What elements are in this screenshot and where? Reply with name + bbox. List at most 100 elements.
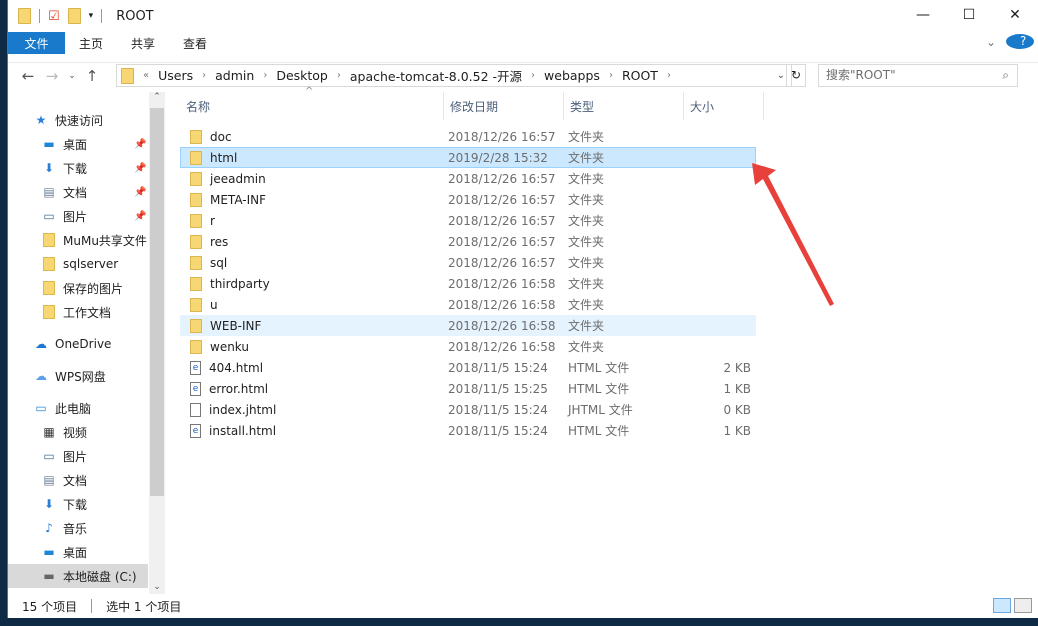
- file-row[interactable]: e install.html 2018/11/5 15:24 HTML 文件 1 KB: [180, 420, 756, 441]
- tab-file[interactable]: 文件: [8, 32, 65, 54]
- file-type: 文件夹: [568, 340, 605, 354]
- document-icon: ▤: [43, 473, 55, 487]
- file-row[interactable]: e 404.html 2018/11/5 15:24 HTML 文件 2 KB: [180, 357, 756, 378]
- file-row[interactable]: r 2018/12/26 16:57 文件夹: [180, 210, 756, 231]
- search-input[interactable]: 搜索"ROOT" ⌕: [818, 64, 1018, 87]
- title-bar: ☑ ▾ ROOT — ☐ ✕: [8, 0, 1038, 32]
- sidebar-item[interactable]: ★ 快速访问: [8, 108, 148, 132]
- breadcrumb-item[interactable]: apache-tomcat-8.0.52 -开源: [350, 66, 522, 85]
- sidebar-item[interactable]: ▤ 文档 📌: [8, 180, 148, 204]
- properties-icon[interactable]: ☑: [48, 9, 60, 24]
- item-count: 15 个项目: [22, 599, 78, 614]
- file-row[interactable]: index.jhtml 2018/11/5 15:24 JHTML 文件 0 KB: [180, 399, 756, 420]
- chevron-right-icon[interactable]: ›: [202, 70, 206, 81]
- file-row[interactable]: wenku 2018/12/26 16:58 文件夹: [180, 336, 756, 357]
- forward-button[interactable]: →: [40, 67, 64, 85]
- file-row[interactable]: html 2019/2/28 15:32 文件夹: [180, 147, 756, 168]
- tab-home[interactable]: 主页: [65, 32, 117, 54]
- sidebar-item[interactable]: ▭ 图片 📌: [8, 204, 148, 228]
- help-icon[interactable]: ?: [1006, 34, 1034, 49]
- chevron-right-icon[interactable]: ›: [531, 70, 535, 81]
- drive-icon: ▬: [43, 569, 55, 583]
- sidebar-item[interactable]: ▬ 桌面: [8, 540, 148, 564]
- up-button[interactable]: ↑: [80, 67, 104, 85]
- sidebar-item[interactable]: ⬇ 下载 📌: [8, 156, 148, 180]
- music-icon: ♪: [45, 521, 53, 535]
- tab-share[interactable]: 共享: [117, 32, 169, 54]
- file-name-cell: res: [181, 234, 444, 249]
- file-row[interactable]: jeeadmin 2018/12/26 16:57 文件夹: [180, 168, 756, 189]
- maximize-button[interactable]: ☐: [946, 0, 992, 30]
- tab-view[interactable]: 查看: [169, 32, 221, 54]
- address-bar[interactable]: « Users › admin › Desktop › apache-tomcat-8…: [116, 64, 792, 87]
- sidebar-item[interactable]: ▬ 桌面 📌: [8, 132, 148, 156]
- file-row[interactable]: sql 2018/12/26 16:57 文件夹: [180, 252, 756, 273]
- column-date[interactable]: 修改日期: [444, 92, 564, 120]
- sidebar-item[interactable]: ▦ 视频: [8, 420, 148, 444]
- sidebar-item[interactable]: ⬇ 下载: [8, 492, 148, 516]
- chevron-right-icon[interactable]: ›: [609, 70, 613, 81]
- sidebar-item[interactable]: 工作文档: [8, 300, 148, 324]
- chevron-right-icon[interactable]: ›: [667, 70, 671, 81]
- sidebar-item-label: 视频: [63, 425, 88, 440]
- sidebar-item[interactable]: sqlserver: [8, 252, 148, 276]
- chevron-right-icon[interactable]: ›: [263, 70, 267, 81]
- document-icon: ▤: [43, 185, 55, 199]
- scroll-down-icon[interactable]: ⌄: [149, 582, 165, 592]
- scroll-up-icon[interactable]: ⌃: [149, 92, 165, 102]
- sidebar-item[interactable]: ♪ 音乐: [8, 516, 148, 540]
- folder-icon: [190, 213, 202, 228]
- breadcrumb-item[interactable]: webapps: [544, 68, 600, 83]
- sidebar-item[interactable]: ▭ 此电脑: [8, 396, 148, 420]
- folder-icon: [41, 233, 57, 247]
- chevron-right-icon[interactable]: ›: [337, 70, 341, 81]
- new-folder-icon[interactable]: [67, 8, 81, 24]
- customize-toolbar-icon[interactable]: ▾: [89, 11, 94, 21]
- file-name-cell: e 404.html: [181, 360, 444, 375]
- download-icon: ⬇: [43, 497, 55, 511]
- sidebar-item[interactable]: ▬ 本地磁盘 (C:): [8, 564, 148, 588]
- file-row[interactable]: thirdparty 2018/12/26 16:58 文件夹: [180, 273, 756, 294]
- sidebar-item-label: sqlserver: [63, 257, 119, 271]
- address-dropdown-icon[interactable]: ⌄: [777, 70, 785, 81]
- sidebar-item-label: MuMu共享文件: [63, 233, 147, 248]
- scrollbar-thumb[interactable]: [150, 108, 164, 496]
- folder-icon: [190, 150, 202, 165]
- sidebar-item[interactable]: ▤ 文档: [8, 468, 148, 492]
- file-row[interactable]: doc 2018/12/26 16:57 文件夹: [180, 126, 756, 147]
- column-type[interactable]: 类型: [564, 92, 684, 120]
- breadcrumb-item[interactable]: Users: [158, 68, 193, 83]
- nav-scrollbar[interactable]: ⌃ ⌄: [149, 92, 165, 594]
- breadcrumb-item[interactable]: Desktop: [276, 68, 328, 83]
- expand-ribbon-icon[interactable]: ⌄: [986, 35, 996, 49]
- breadcrumb-item[interactable]: ROOT: [622, 68, 658, 83]
- folder-icon: [41, 305, 57, 319]
- sidebar-item[interactable]: ☁ WPS网盘: [8, 364, 148, 388]
- file-row[interactable]: WEB-INF 2018/12/26 16:58 文件夹: [180, 315, 756, 336]
- close-button[interactable]: ✕: [992, 0, 1038, 30]
- file-name: WEB-INF: [210, 318, 262, 333]
- sidebar-item[interactable]: ☁ OneDrive: [8, 332, 148, 356]
- column-size[interactable]: 大小: [684, 92, 764, 120]
- selection-count: 选中 1 个项目: [106, 599, 182, 614]
- recent-locations-button[interactable]: ⌄: [64, 71, 80, 81]
- file-row[interactable]: u 2018/12/26 16:58 文件夹: [180, 294, 756, 315]
- large-icons-view-button[interactable]: [1014, 598, 1032, 613]
- file-row[interactable]: res 2018/12/26 16:57 文件夹: [180, 231, 756, 252]
- overflow-chevron[interactable]: «: [143, 70, 149, 81]
- explorer-window: ☑ ▾ ROOT — ☐ ✕ 文件 主页 共享 查看 ⌄? ← → ⌄ ↑ « …: [7, 0, 1038, 618]
- sidebar-item[interactable]: ▭ 图片: [8, 444, 148, 468]
- minimize-button[interactable]: —: [900, 0, 946, 30]
- file-date: 2019/2/28 15:32: [448, 150, 548, 165]
- file-type: HTML 文件: [568, 424, 630, 438]
- breadcrumb-item[interactable]: admin: [215, 68, 254, 83]
- file-name-cell: e error.html: [181, 381, 444, 396]
- sidebar-item[interactable]: 保存的图片: [8, 276, 148, 300]
- file-name: sql: [210, 255, 228, 270]
- back-button[interactable]: ←: [16, 67, 40, 85]
- file-row[interactable]: META-INF 2018/12/26 16:57 文件夹: [180, 189, 756, 210]
- sidebar-item[interactable]: MuMu共享文件: [8, 228, 148, 252]
- details-view-button[interactable]: [993, 598, 1011, 613]
- file-row[interactable]: e error.html 2018/11/5 15:25 HTML 文件 1 KB: [180, 378, 756, 399]
- refresh-button[interactable]: ↻: [786, 64, 806, 87]
